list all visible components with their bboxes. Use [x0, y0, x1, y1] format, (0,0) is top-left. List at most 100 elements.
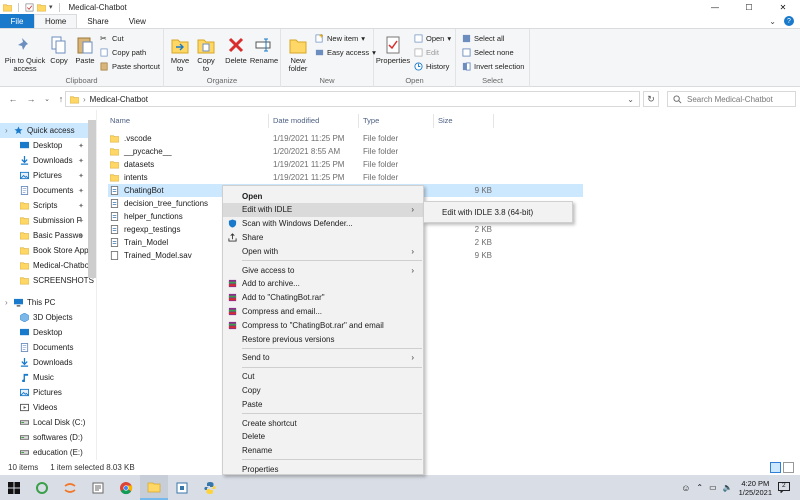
sidebar-item-screenshots[interactable]: SCREENSHOTS	[0, 273, 96, 288]
details-view-button[interactable]	[770, 462, 781, 473]
pinned-icon[interactable]: ✦	[78, 202, 84, 210]
sidebar-item-documents[interactable]: Documents ✦	[0, 183, 96, 198]
sidebar-item-education-e[interactable]: education (E:)	[0, 445, 96, 460]
show-hidden-icons-icon[interactable]: ⌃	[696, 483, 703, 492]
invert-selection-button[interactable]: Invert selection	[462, 62, 524, 71]
sidebar-item-documents[interactable]: Documents	[0, 340, 96, 355]
minimize-button[interactable]: —	[698, 0, 732, 14]
menu-item-edit-with-idle[interactable]: Edit with IDLE ›	[223, 202, 423, 217]
taskbar-app-python[interactable]	[196, 475, 224, 500]
column-header-name[interactable]: Name	[110, 116, 130, 128]
menu-item-copy[interactable]: Copy	[223, 383, 423, 397]
select-all-button[interactable]: Select all	[462, 34, 504, 43]
refresh-button[interactable]: ↻	[643, 91, 659, 107]
tab-file[interactable]: File	[0, 14, 34, 28]
sidebar-item-local-disk-c[interactable]: Local Disk (C:)	[0, 415, 96, 430]
sidebar-item-desktop[interactable]: Desktop ✦	[0, 138, 96, 153]
history-button[interactable]: History	[414, 62, 449, 71]
network-icon[interactable]: ▭	[709, 483, 717, 492]
menu-item-share[interactable]: Share	[223, 230, 423, 244]
menu-item-give-access-to[interactable]: Give access to ›	[223, 263, 423, 277]
sidebar-item-medical-chatbo[interactable]: Medical-Chatbo	[0, 258, 96, 273]
large-icons-view-button[interactable]	[783, 462, 794, 473]
column-divider[interactable]	[358, 114, 359, 128]
people-icon[interactable]: ☺	[681, 483, 690, 493]
new-folder-button[interactable]: New folder	[285, 35, 311, 73]
file-row[interactable]: __pycache__ 1/20/2021 8:55 AM File folder	[108, 145, 483, 158]
maximize-button[interactable]: ☐	[732, 0, 766, 14]
menu-item-scan-with-windows-defender[interactable]: Scan with Windows Defender...	[223, 217, 423, 231]
breadcrumb[interactable]: Medical-Chatbot	[90, 95, 148, 104]
edit-button[interactable]: Edit	[414, 48, 439, 57]
menu-item-compress-and-email[interactable]: Compress and email...	[223, 304, 423, 318]
menu-item-create-shortcut[interactable]: Create shortcut	[223, 416, 423, 430]
taskbar-app-file-explorer[interactable]	[140, 475, 168, 500]
search-input[interactable]: Search Medical-Chatbot	[667, 91, 796, 107]
column-header-date[interactable]: Date modified	[273, 116, 319, 128]
open-button[interactable]: Open ▾	[414, 34, 451, 43]
sidebar-item-submission-p[interactable]: Submission P ✦	[0, 213, 96, 228]
sidebar-item-quick-access[interactable]: › Quick access	[0, 123, 96, 138]
sidebar-item-book-store-app[interactable]: Book Store App	[0, 243, 96, 258]
cut-button[interactable]: ✂ Cut	[100, 34, 124, 43]
submenu-item-idle-38[interactable]: Edit with IDLE 3.8 (64-bit)	[442, 208, 533, 217]
column-divider[interactable]	[433, 114, 434, 128]
new-folder-qat-icon[interactable]	[37, 3, 46, 12]
menu-item-compress-to-chatingbot-rar-and-email[interactable]: Compress to "ChatingBot.rar" and email	[223, 318, 423, 332]
menu-item-open[interactable]: Open	[223, 189, 423, 203]
sidebar-item-pictures[interactable]: Pictures	[0, 385, 96, 400]
column-header-size[interactable]: Size	[438, 116, 453, 128]
pinned-icon[interactable]: ✦	[78, 232, 84, 240]
sidebar-item-this-pc[interactable]: › This PC	[0, 295, 96, 310]
menu-item-rename[interactable]: Rename	[223, 444, 423, 458]
column-divider[interactable]	[493, 114, 494, 128]
sidebar-item-pictures[interactable]: Pictures ✦	[0, 168, 96, 183]
sidebar-item-downloads[interactable]: Downloads ✦	[0, 153, 96, 168]
copy-path-button[interactable]: Copy path	[100, 48, 146, 57]
menu-item-send-to[interactable]: Send to ›	[223, 351, 423, 365]
file-row[interactable]: datasets 1/19/2021 11:25 PM File folder	[108, 158, 483, 171]
move-to-button[interactable]: Move to	[168, 35, 192, 73]
file-row[interactable]: .vscode 1/19/2021 11:25 PM File folder	[108, 132, 483, 145]
menu-item-add-to-chatingbot-rar[interactable]: Add to "ChatingBot.rar"	[223, 291, 423, 305]
expand-chevron-icon[interactable]: ›	[5, 298, 8, 307]
taskbar-app-idle[interactable]	[168, 475, 196, 500]
properties-button[interactable]: Properties	[376, 35, 410, 65]
taskbar-app-anaconda[interactable]	[28, 475, 56, 500]
sidebar-item-basic-passwo[interactable]: Basic Passwo ✦	[0, 228, 96, 243]
address-dropdown-icon[interactable]: ⌄	[627, 95, 634, 104]
menu-item-delete[interactable]: Delete	[223, 430, 423, 444]
menu-item-properties[interactable]: Properties	[223, 462, 423, 476]
taskbar-app-notes[interactable]	[84, 475, 112, 500]
column-divider[interactable]	[268, 114, 269, 128]
pin-quick-access-button[interactable]: Pin to Quick access	[3, 35, 47, 73]
menu-item-add-to-archive[interactable]: Add to archive...	[223, 277, 423, 291]
close-button[interactable]: ✕	[766, 0, 800, 14]
sidebar-item-3d-objects[interactable]: 3D Objects	[0, 310, 96, 325]
sidebar-item-music[interactable]: Music	[0, 370, 96, 385]
copy-button[interactable]: Copy	[48, 35, 70, 65]
expand-chevron-icon[interactable]: ›	[5, 126, 8, 135]
collapse-ribbon-icon[interactable]: ⌄	[769, 17, 776, 26]
back-arrow-icon[interactable]: ←	[6, 94, 20, 104]
file-row[interactable]: intents 1/19/2021 11:25 PM File folder	[108, 171, 483, 184]
delete-button[interactable]: Delete	[224, 35, 248, 65]
taskbar-app-jupyter[interactable]	[56, 475, 84, 500]
action-center-button[interactable]: 2	[778, 481, 792, 494]
taskbar-app-chrome[interactable]	[112, 475, 140, 500]
column-header-type[interactable]: Type	[363, 116, 379, 128]
pinned-icon[interactable]: ✦	[78, 142, 84, 150]
pinned-icon[interactable]: ✦	[78, 187, 84, 195]
tab-share[interactable]: Share	[77, 14, 118, 28]
sidebar-item-scripts[interactable]: Scripts ✦	[0, 198, 96, 213]
help-icon[interactable]: ?	[784, 16, 794, 26]
sidebar-item-videos[interactable]: Videos	[0, 400, 96, 415]
paste-button[interactable]: Paste	[73, 35, 97, 65]
pinned-icon[interactable]: ✦	[78, 157, 84, 165]
menu-item-restore-previous-versions[interactable]: Restore previous versions	[223, 332, 423, 346]
sidebar-item-softwares-d[interactable]: softwares (D:)	[0, 430, 96, 445]
volume-icon[interactable]: 🔈	[723, 483, 733, 492]
navigation-scrollbar[interactable]	[88, 120, 96, 278]
paste-shortcut-button[interactable]: Paste shortcut	[100, 62, 160, 71]
sidebar-item-downloads[interactable]: Downloads	[0, 355, 96, 370]
